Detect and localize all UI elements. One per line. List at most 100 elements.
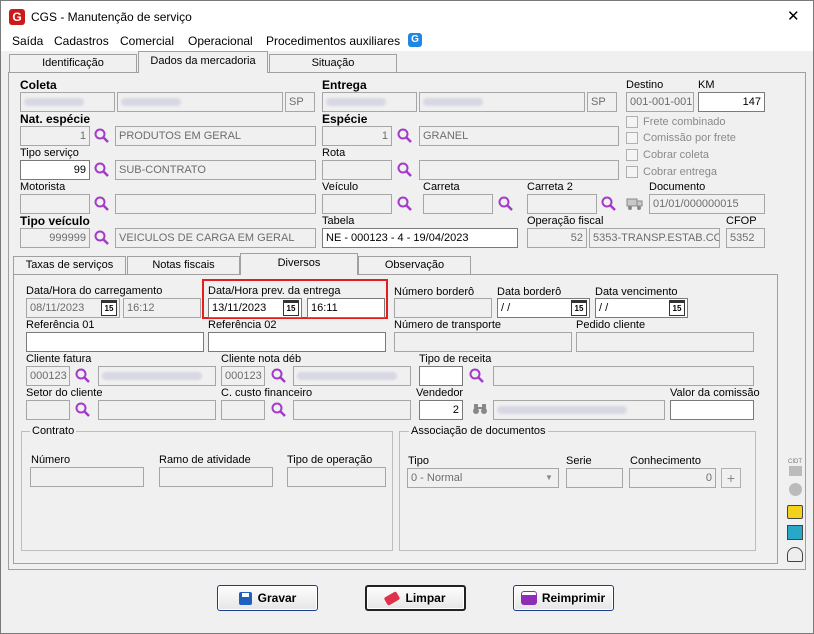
menu-saida[interactable]: Saída [12,34,43,48]
carregamento-time-field[interactable]: 16:12 [123,298,201,318]
cliente-nota-deb-code-field[interactable]: 000123 [221,366,265,386]
numero-transporte-field[interactable] [394,332,572,352]
coleta-uf-field[interactable]: SP [285,92,315,112]
assoc-tipo-select[interactable]: 0 - Normal [407,468,559,488]
referencia02-field[interactable] [208,332,386,352]
setor-cliente-search-icon[interactable] [74,401,92,419]
cliente-nota-deb-search-icon[interactable] [270,367,288,385]
side-person-icon[interactable] [787,547,803,562]
coleta-name-field[interactable] [117,92,283,112]
veiculo-field[interactable] [322,194,392,214]
km-field[interactable]: 147 [698,92,765,112]
tab-identificacao[interactable]: Identificação [9,54,137,72]
menu-cadastros[interactable]: Cadastros [54,34,109,48]
cobrar-coleta-checkbox[interactable] [626,149,638,161]
side-users-icon[interactable] [787,525,803,540]
nat-especie-code-field[interactable]: 1 [20,126,90,146]
carreta2-search-icon[interactable] [600,195,618,213]
side-circle-icon[interactable] [789,483,802,496]
tab-dados-mercadoria[interactable]: Dados da mercadoria [138,51,268,73]
custo-financeiro-code-field[interactable] [221,400,265,420]
documento-field[interactable]: 01/01/000000015 [649,194,765,214]
tab-situacao[interactable]: Situação [269,54,397,72]
tipo-servico-desc-field[interactable]: SUB-CONTRATO [115,160,316,180]
tipo-servico-search-icon[interactable] [93,161,111,179]
setor-cliente-code-field[interactable] [26,400,70,420]
tipo-operacao-field[interactable] [287,467,386,487]
side-rect-icon[interactable] [789,466,802,476]
nat-especie-search-icon[interactable] [93,127,111,145]
especie-code-field[interactable]: 1 [322,126,392,146]
menu-procedimentos[interactable]: Procedimentos auxiliares [266,34,400,48]
tab-observacao[interactable]: Observação [358,256,471,274]
destino-field[interactable]: 001-001-001 [626,92,694,112]
operacao-fiscal-desc-field[interactable]: 5353-TRANSP.ESTAB.CO [589,228,720,248]
tipo-receita-code-field[interactable] [419,366,463,386]
tipo-veiculo-code-field[interactable]: 999999 [20,228,90,248]
frete-combinado-checkbox[interactable] [626,116,638,128]
motorista-search-icon[interactable] [93,195,111,213]
contrato-numero-field[interactable] [30,467,144,487]
cobrar-entrega-checkbox[interactable] [626,166,638,178]
entrega-code-field[interactable] [322,92,417,112]
carregamento-calendar-icon[interactable]: 15 [101,300,117,316]
entrega-name-field[interactable] [419,92,585,112]
custo-financeiro-search-icon[interactable] [270,401,288,419]
tipo-receita-search-icon[interactable] [468,367,486,385]
rota-search-icon[interactable] [396,161,414,179]
cfop-field[interactable]: 5352 [726,228,765,248]
tipo-servico-code-field[interactable]: 99 [20,160,90,180]
motorista-code-field[interactable] [20,194,90,214]
vendedor-name-field[interactable] [493,400,665,420]
truck-icon[interactable] [626,195,644,211]
veiculo-search-icon[interactable] [396,195,414,213]
carreta-search-icon[interactable] [497,195,515,213]
valor-comissao-field[interactable] [670,400,754,420]
cliente-fatura-name-field[interactable] [98,366,216,386]
operacao-fiscal-code-field[interactable]: 52 [527,228,587,248]
tipo-veiculo-desc-field[interactable]: VEICULOS DE CARGA EM GERAL [115,228,316,248]
nat-especie-desc-field[interactable]: PRODUTOS EM GERAL [115,126,316,146]
assoc-conhecimento-field[interactable]: 0 [629,468,716,488]
comissao-frete-checkbox[interactable] [626,132,638,144]
carreta2-field[interactable] [527,194,597,214]
vendedor-code-field[interactable]: 2 [419,400,463,420]
motorista-name-field[interactable] [115,194,316,214]
tipo-receita-desc-field[interactable] [493,366,754,386]
menu-app-icon[interactable]: G [408,33,422,47]
prev-entrega-time-field[interactable]: 16:11 [307,298,385,318]
setor-cliente-desc-field[interactable] [98,400,216,420]
prev-entrega-calendar-icon[interactable]: 15 [283,300,299,316]
data-vencimento-calendar-icon[interactable]: 15 [669,300,685,316]
ramo-atividade-field[interactable] [159,467,273,487]
assoc-serie-field[interactable] [566,468,623,488]
menu-operacional[interactable]: Operacional [188,34,253,48]
coleta-code-field[interactable] [20,92,115,112]
tipo-veiculo-search-icon[interactable] [93,229,111,247]
menu-comercial[interactable]: Comercial [120,34,174,48]
binoculars-icon[interactable] [472,402,488,416]
tabela-field[interactable]: NE - 000123 - 4 - 19/04/2023 [322,228,518,248]
data-bordero-calendar-icon[interactable]: 15 [571,300,587,316]
cliente-fatura-code-field[interactable]: 000123 [26,366,70,386]
especie-search-icon[interactable] [396,127,414,145]
assoc-tipo-chevron-down-icon[interactable]: ▼ [541,470,557,486]
tab-notas-fiscais[interactable]: Notas fiscais [127,256,240,274]
carreta-field[interactable] [423,194,493,214]
entrega-uf-field[interactable]: SP [587,92,617,112]
tab-diversos[interactable]: Diversos [240,253,358,275]
add-document-button[interactable]: + [721,468,741,488]
rota-code-field[interactable] [322,160,392,180]
close-button[interactable]: ✕ [787,7,800,25]
numero-bordero-field[interactable] [394,298,492,318]
referencia01-field[interactable] [26,332,204,352]
side-hand-icon[interactable] [787,505,803,519]
reimprimir-button[interactable]: Reimprimir [513,585,614,611]
rota-desc-field[interactable] [419,160,619,180]
pedido-cliente-field[interactable] [576,332,754,352]
cliente-nota-deb-name-field[interactable] [293,366,411,386]
custo-financeiro-desc-field[interactable] [293,400,411,420]
especie-desc-field[interactable]: GRANEL [419,126,619,146]
gravar-button[interactable]: Gravar [217,585,318,611]
tab-taxas-servicos[interactable]: Taxas de serviços [13,256,126,274]
